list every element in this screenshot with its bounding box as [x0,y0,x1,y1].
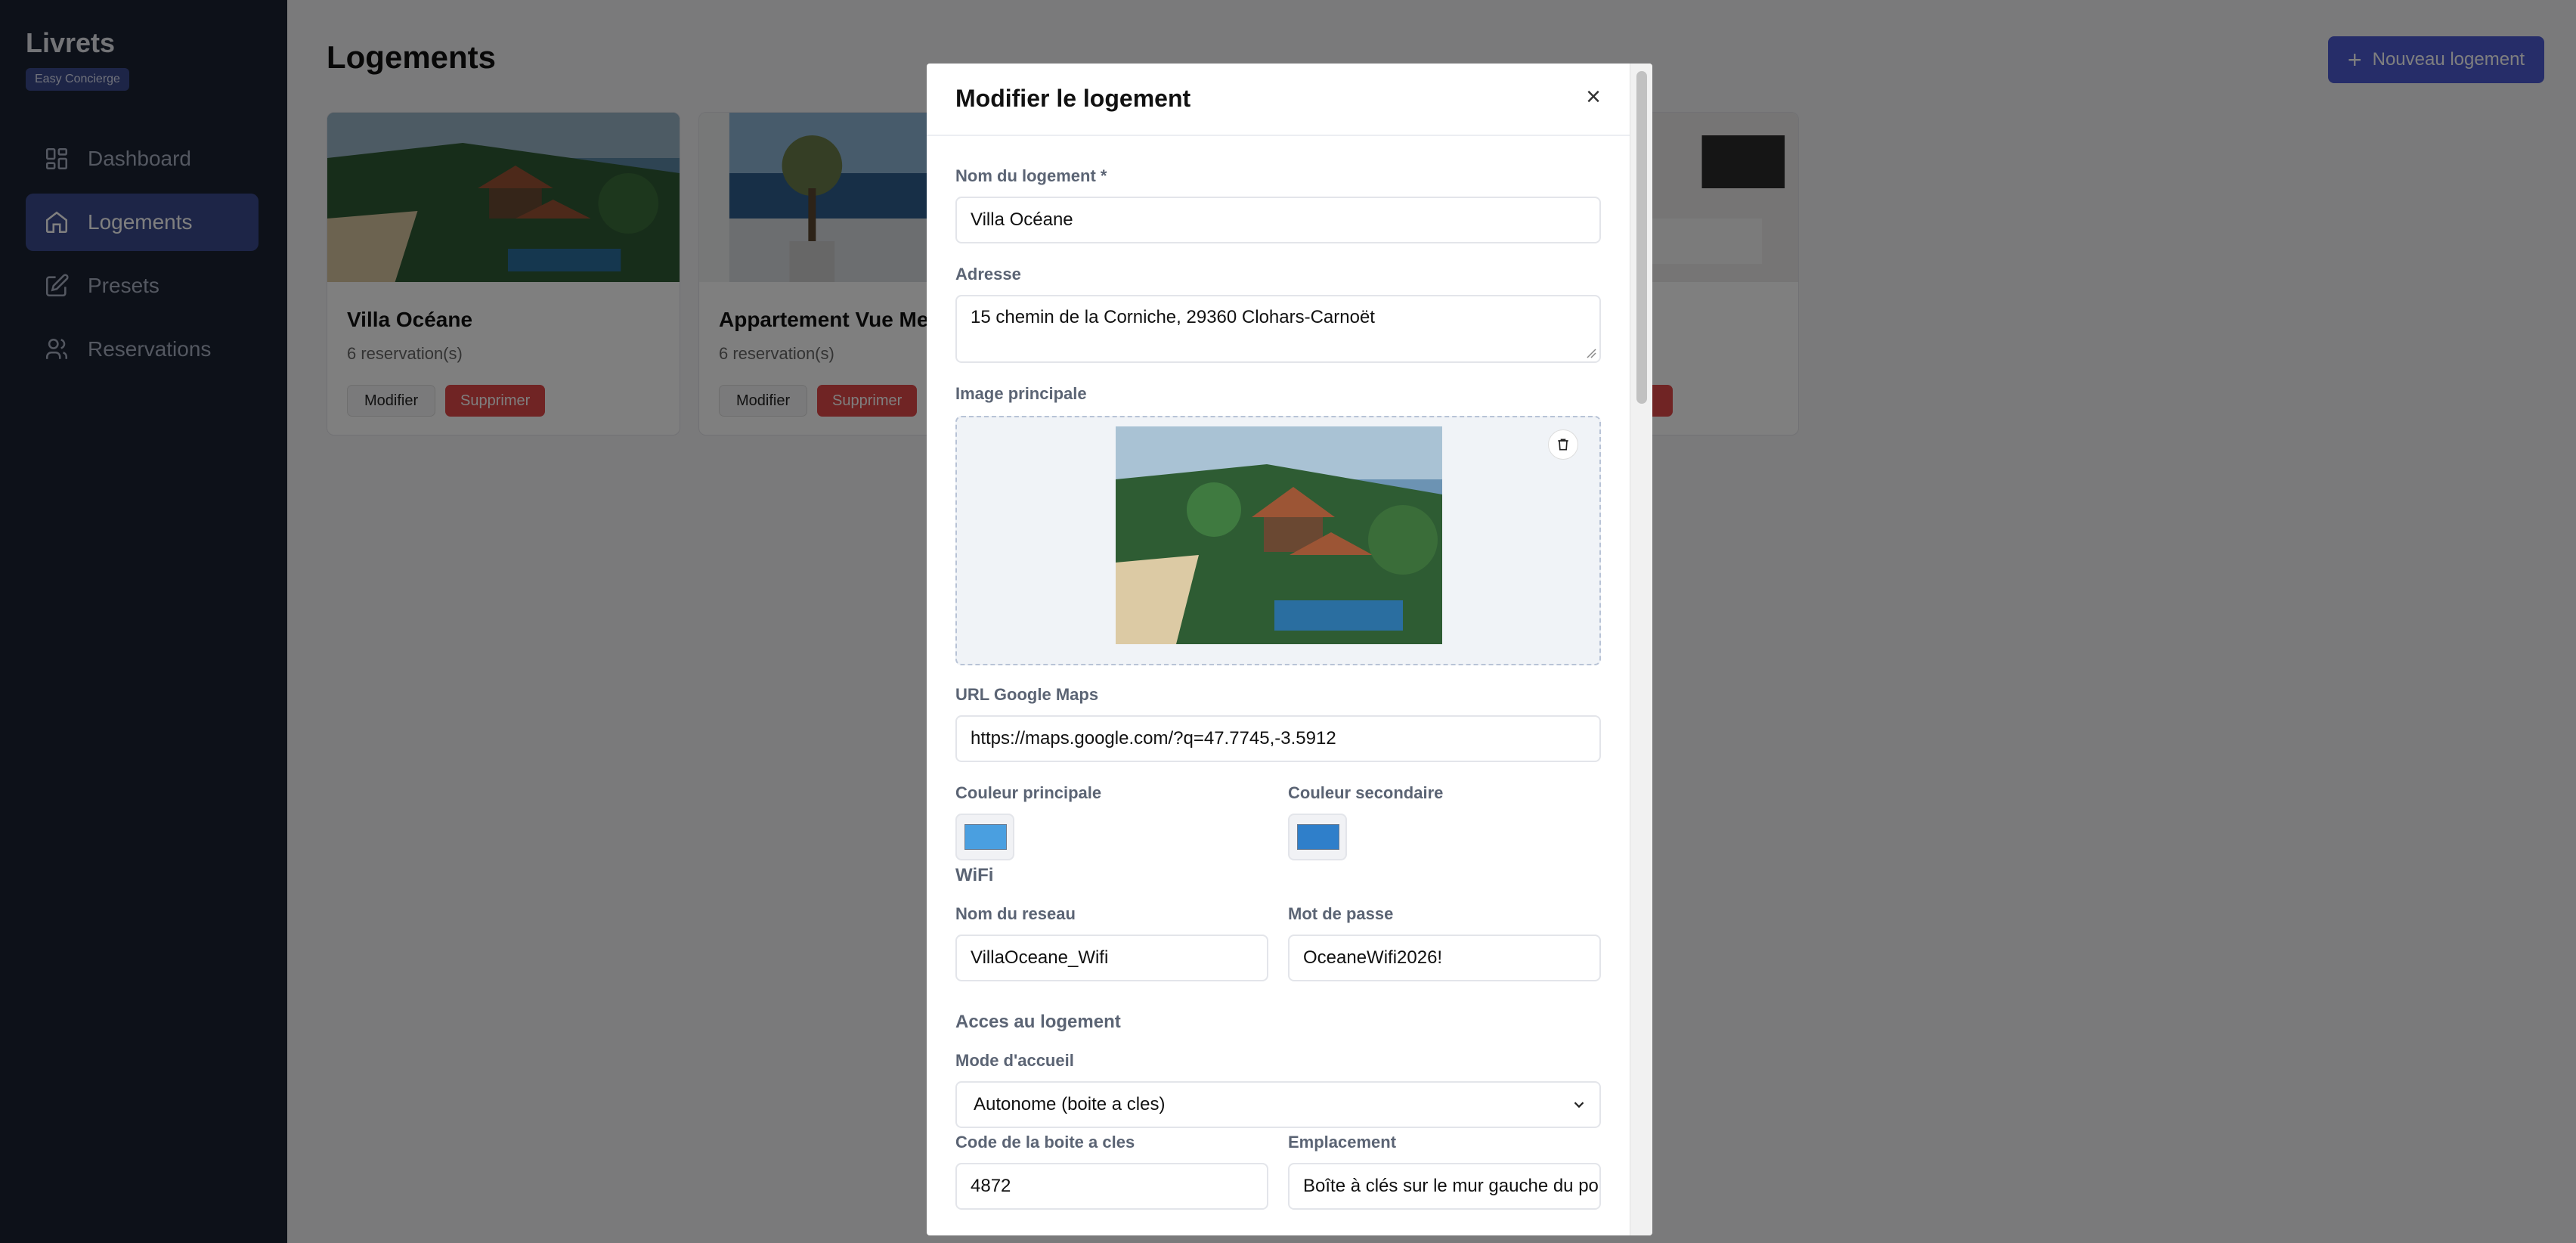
trash-icon [1558,439,1568,451]
network-label: Nom du reseau [955,904,1076,923]
modal-title: Modifier le logement [955,85,1191,112]
key-code-field[interactable]: 4872 [955,1163,1268,1210]
close-icon[interactable]: × [1578,82,1608,112]
mode-label: Mode d'accueil [955,1051,1074,1070]
address-label: Adresse [955,265,1021,284]
modal-scrollbar[interactable] [1630,64,1652,1235]
maps-label: URL Google Maps [955,685,1099,704]
resize-handle-icon[interactable] [1586,348,1596,358]
primary-color-label: Couleur principale [955,783,1102,802]
image-dropzone[interactable] [955,416,1601,665]
image-label: Image principale [955,384,1087,403]
location-label: Emplacement [1288,1133,1397,1152]
address-value: 15 chemin de la Corniche, 29360 Clohars-… [971,307,1375,327]
wifi-section-title: WiFi [955,865,994,885]
secondary-color-swatch [1297,824,1339,850]
address-field[interactable]: 15 chemin de la Corniche, 29360 Clohars-… [955,295,1601,363]
secondary-color-label: Couleur secondaire [1288,783,1444,802]
password-field[interactable]: OceaneWifi2026! [1288,935,1601,981]
name-field[interactable]: Villa Océane [955,197,1601,243]
password-label: Mot de passe [1288,904,1394,923]
mode-select[interactable]: Autonome (boite a cles) [955,1081,1601,1128]
location-field[interactable]: Boîte à clés sur le mur gauche du portai… [1288,1163,1601,1210]
remove-image-button[interactable] [1548,429,1578,460]
modal-header: Modifier le logement × [927,64,1630,136]
code-label: Code de la boite a cles [955,1133,1135,1152]
scrollbar-thumb[interactable] [1636,71,1647,404]
access-section-title: Acces au logement [955,1012,1121,1032]
name-label: Nom du logement * [955,166,1107,185]
primary-color-picker[interactable] [955,814,1014,860]
maps-url-field[interactable]: https://maps.google.com/?q=47.7745,-3.59… [955,715,1601,762]
network-name-field[interactable]: VillaOceane_Wifi [955,935,1268,981]
edit-logement-modal: Modifier le logement × Nom du logement *… [927,64,1652,1235]
main-image-preview [1116,426,1442,644]
secondary-color-picker[interactable] [1288,814,1347,860]
chevron-down-icon [1574,1102,1584,1108]
primary-color-swatch [964,824,1007,850]
mode-selected-value: Autonome (boite a cles) [974,1094,1166,1114]
